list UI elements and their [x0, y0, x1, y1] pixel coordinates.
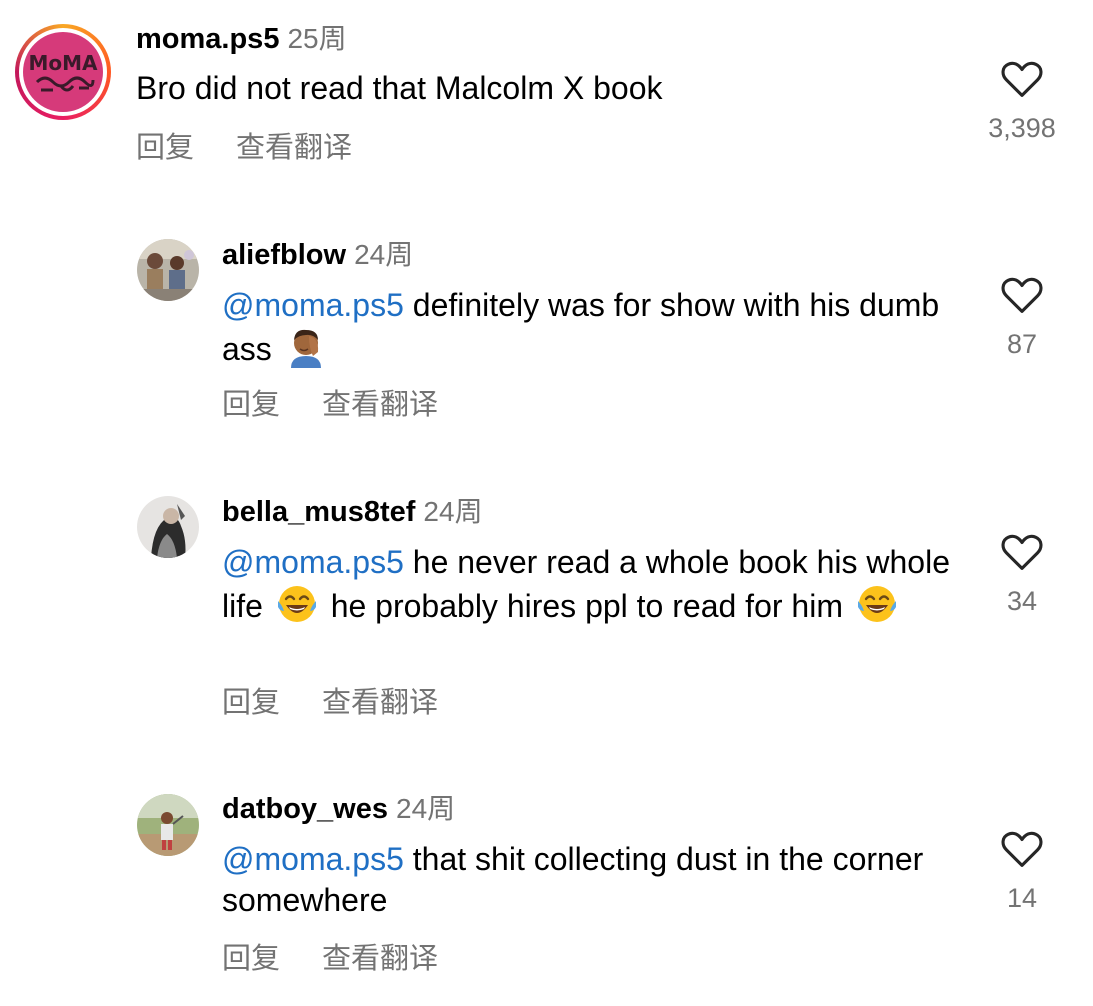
like-count: 14	[1006, 883, 1038, 913]
tears-of-joy-emoji	[276, 583, 318, 625]
timestamp: 24周	[354, 239, 414, 270]
like-button[interactable]: 87	[962, 276, 1082, 360]
comment-header: datboy_wes 24周	[222, 792, 455, 826]
like-count: 34	[1006, 586, 1038, 616]
timestamp: 24周	[396, 793, 456, 824]
like-button[interactable]: 14	[962, 830, 1082, 914]
heart-outline-icon	[1001, 61, 1043, 97]
mention-link[interactable]: @moma.ps5	[222, 544, 404, 580]
comment-text: @moma.ps5 he never read a whole book his…	[222, 542, 962, 627]
reply-button[interactable]: 回复	[222, 687, 280, 719]
comment-body: Bro did not read that Malcolm X book	[136, 70, 663, 106]
see-translation-button[interactable]: 查看翻译	[322, 389, 438, 421]
reply-button[interactable]: 回复	[222, 943, 280, 975]
comment-actions: 回复 查看翻译	[222, 686, 438, 720]
reply-button[interactable]: 回复	[222, 389, 280, 421]
comment-actions: 回复 查看翻译	[222, 942, 438, 976]
like-count: 3,398	[988, 113, 1056, 143]
mention-link[interactable]: @moma.ps5	[222, 841, 404, 877]
see-translation-button[interactable]: 查看翻译	[322, 687, 438, 719]
comment-header: bella_mus8tef 24周	[222, 495, 483, 529]
avatar: MoMA	[23, 32, 103, 112]
tears-of-joy-emoji	[856, 583, 898, 625]
reply-button[interactable]: 回复	[136, 132, 194, 164]
comment-actions: 回复 查看翻译	[136, 131, 352, 165]
avatar-story-ring[interactable]: MoMA	[15, 24, 111, 120]
comment-text: @moma.ps5 definitely was for show with h…	[222, 285, 962, 370]
username[interactable]: moma.ps5	[136, 23, 279, 55]
like-button[interactable]: 3,398	[962, 60, 1082, 144]
avatar[interactable]	[137, 794, 199, 856]
like-button[interactable]: 34	[962, 533, 1082, 617]
timestamp: 25周	[287, 23, 347, 54]
heart-outline-icon	[1001, 831, 1043, 867]
avatar[interactable]	[137, 496, 199, 558]
username[interactable]: bella_mus8tef	[222, 496, 415, 528]
username[interactable]: aliefblow	[222, 239, 346, 271]
mention-link[interactable]: @moma.ps5	[222, 287, 404, 323]
username[interactable]: datboy_wes	[222, 793, 388, 825]
comment-body-continued: he probably hires ppl to read for him	[321, 588, 852, 624]
comment-text: Bro did not read that Malcolm X book	[136, 68, 876, 109]
comment-header: moma.ps5 25周	[136, 22, 347, 56]
heart-outline-icon	[1001, 277, 1043, 313]
facepalm-emoji	[285, 326, 327, 368]
see-translation-button[interactable]: 查看翻译	[236, 132, 352, 164]
avatar[interactable]	[137, 239, 199, 301]
comment-actions: 回复 查看翻译	[222, 388, 438, 422]
heart-outline-icon	[1001, 534, 1043, 570]
see-translation-button[interactable]: 查看翻译	[322, 943, 438, 975]
like-count: 87	[1006, 329, 1038, 359]
avatar-logo-text: MoMA	[28, 51, 98, 75]
comment-header: aliefblow 24周	[222, 238, 413, 272]
comment-text: @moma.ps5 that shit collecting dust in t…	[222, 839, 962, 921]
timestamp: 24周	[423, 496, 483, 527]
